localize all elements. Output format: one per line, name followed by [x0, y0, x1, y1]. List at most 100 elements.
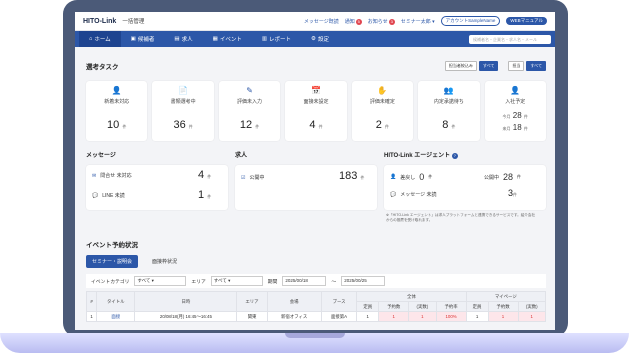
nav-home[interactable]: ⌂ ホーム: [79, 31, 121, 47]
toggle-assignee[interactable]: 担当者絞込み: [444, 61, 477, 71]
message-read-link[interactable]: メッセージ既読: [304, 18, 339, 25]
task-label: 評価未確定: [369, 99, 395, 105]
col-venue: 会場: [266, 291, 322, 312]
events-section: イベント予約状況 セミナー・説明会 面接枠状況 イベントカテゴリ すべて ▾ エ…: [85, 239, 547, 322]
person-icon: 👤: [111, 86, 122, 95]
jobs-count: 183 件: [339, 170, 365, 182]
home-icon: ⌂: [89, 36, 93, 42]
joining-next-month: 来月 18 件: [502, 123, 528, 132]
events-filters: イベントカテゴリ すべて ▾ エリア すべて ▾ 期間 2025/00/18 〜…: [86, 274, 546, 288]
col-area: エリア: [236, 291, 268, 312]
calendar-icon: 📅: [310, 86, 321, 95]
screen: HITO-Link 一括管理 メッセージ既読 通知 5 お知らせ 3 セミナー太郎 …: [75, 12, 555, 330]
col-reservations: 予約数: [378, 301, 410, 312]
nav-candidates[interactable]: ▣ 候補者: [121, 31, 165, 47]
jobs-title: 求人: [235, 153, 248, 159]
task-label: 面接未設定: [303, 99, 329, 105]
task-card-screening[interactable]: 📄 書類選考中 36 件: [152, 81, 214, 141]
agent-unread[interactable]: 💬 メッセージ 未読: [390, 191, 437, 199]
col-title: タイトル: [96, 291, 136, 312]
jobs-box: 求人: [235, 150, 247, 159]
tasks-title: 選考タスク: [86, 64, 119, 71]
task-card-interview[interactable]: 📅 面接未設定 4 件: [285, 81, 347, 141]
toggle-all-1[interactable]: すべて: [478, 61, 499, 71]
col-rate: 予約率: [435, 301, 467, 312]
tab-interview-slots[interactable]: 面接枠状況: [146, 255, 183, 268]
task-card-joining[interactable]: 👤 入社予定 今月 28 件 来月 18 件: [484, 81, 546, 141]
manual-button[interactable]: WEBマニュアル: [506, 17, 547, 25]
col-capacity-mp: 定員: [465, 301, 489, 312]
task-card-evaluation[interactable]: ✎ 評価未入力 12 件: [218, 81, 281, 141]
events-tabs: セミナー・説明会 面接枠状況: [86, 255, 546, 268]
app-name: 一括管理: [122, 19, 145, 25]
task-card-offer[interactable]: 👥 内定承諾待ち 8 件: [418, 81, 480, 141]
help-icon[interactable]: ?: [451, 153, 458, 159]
agent-returned[interactable]: 👤 差戻し 0件: [390, 172, 432, 182]
task-label: 書類選考中: [170, 99, 196, 105]
agent-title: HITO-Link エージェント: [384, 153, 451, 159]
account-pill[interactable]: アカウントSampleName: [440, 16, 501, 26]
notification-badge: 5: [355, 18, 362, 25]
notification-link[interactable]: 通知 5: [345, 18, 362, 25]
reports-icon: ▥: [261, 36, 268, 42]
jobs-card[interactable]: ☑ 公開中 183 件: [235, 165, 377, 210]
document-icon: 📄: [178, 86, 189, 95]
laptop-notch: [285, 333, 345, 338]
news-badge: 3: [388, 18, 395, 25]
period-label: 期間: [267, 279, 278, 285]
tab-seminar[interactable]: セミナー・説明会: [86, 255, 139, 268]
logo: HITO-Link: [83, 17, 117, 25]
edit-icon: ✎: [246, 86, 253, 95]
events-title: イベント予約状況: [86, 242, 138, 249]
nav-settings[interactable]: ⚙ 設定: [301, 31, 339, 47]
task-value: 10 件: [107, 119, 127, 131]
task-label: 評価未入力: [237, 99, 263, 105]
jobs-icon: ▤: [174, 36, 180, 42]
date-to-input[interactable]: 2025/00/25: [341, 276, 386, 286]
col-group-mypage: マイページ: [465, 291, 547, 302]
user-menu[interactable]: セミナー太郎 ▾: [401, 18, 435, 25]
table-row[interactable]: 1 面接 20/08/18(月) 16:45〜16:45 関東 新宿オフィス 面…: [85, 311, 547, 322]
events-icon: ▦: [212, 36, 218, 42]
col-actual: (実数): [408, 301, 437, 312]
col-booth: ブース: [320, 291, 358, 312]
task-card-new[interactable]: 👤 新着未対応 10 件: [86, 81, 148, 141]
col-capacity: 定員: [356, 301, 380, 312]
date-from-input[interactable]: 2025/00/18: [282, 276, 327, 286]
top-links: メッセージ既読 通知 5 お知らせ 3 セミナー太郎 ▾ アカウントSampleNa…: [304, 16, 547, 26]
agent-unread-count: 3件: [508, 188, 518, 198]
agent-note: ※「HITO-Link エージェント」は求人プラットフォームと連携できるサービス…: [386, 213, 536, 222]
message-inquiry[interactable]: ✉ 問合せ 未対応: [92, 172, 132, 180]
nav-jobs[interactable]: ▤ 求人: [164, 31, 202, 47]
candidates-icon: ▣: [130, 36, 136, 42]
task-card-unconfirmed[interactable]: ✋ 評価未確定 2 件: [351, 81, 414, 141]
jobs-published: ☑ 公開中: [241, 174, 265, 182]
chat-icon: 💬: [390, 191, 397, 198]
messages-card: ✉ 問合せ 未対応 4 件 💬 LINE 未読 1 件: [86, 165, 228, 210]
area-label: エリア: [191, 279, 206, 285]
message-line[interactable]: 💬 LINE 未読: [92, 192, 125, 200]
category-select[interactable]: すべて ▾: [134, 276, 187, 286]
messages-box: メッセージ: [86, 150, 228, 159]
nav-reports[interactable]: ▥ レポート: [252, 31, 301, 47]
tasks-header: 選考タスク 担当者絞込み すべて 担当 すべて: [86, 61, 546, 71]
agent-published[interactable]: 公開中 28 件: [484, 172, 521, 182]
agent-card: 👤 差戻し 0件 公開中 28 件 💬 メッセージ 未読 3件: [384, 165, 546, 210]
task-value: 2 件: [375, 119, 389, 131]
toggle-all-2[interactable]: すべて: [526, 61, 546, 71]
news-link[interactable]: お知らせ 3: [368, 18, 395, 25]
event-title-link[interactable]: 面接: [96, 311, 136, 322]
toggle-owner[interactable]: 担当: [508, 61, 525, 71]
top-bar: HITO-Link 一括管理 メッセージ既読 通知 5 お知らせ 3 セミナー太郎 …: [75, 12, 555, 31]
task-label: 新着未対応: [104, 99, 130, 105]
area-select[interactable]: すべて ▾: [210, 276, 263, 286]
search-input[interactable]: 候補者名・企業名・求人名・メール: [469, 34, 551, 44]
users-icon: 👥: [443, 86, 454, 95]
user-icon: 👤: [390, 174, 397, 180]
task-value: 4 件: [309, 119, 323, 131]
agent-box: HITO-Link エージェント ?: [384, 150, 458, 159]
nav-events[interactable]: ▦ イベント: [203, 31, 252, 47]
joining-this-month: 今月 28 件: [502, 111, 528, 120]
person-icon: 👤: [510, 86, 521, 95]
chat-icon: 💬: [92, 192, 99, 199]
